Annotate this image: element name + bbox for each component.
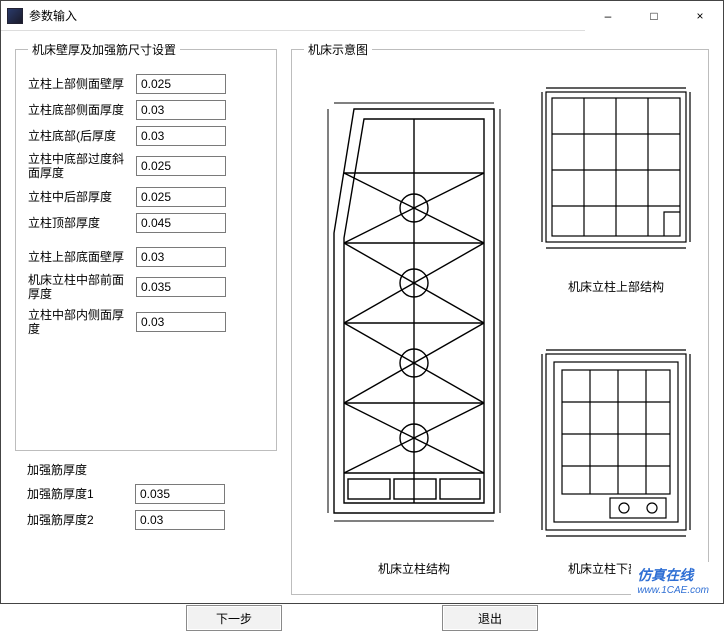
button-row: 下一步 退出 (15, 595, 709, 635)
field-input-4[interactable] (136, 187, 226, 207)
field-label: 立柱中部内侧面厚度 (28, 308, 126, 337)
maximize-button[interactable]: □ (631, 1, 677, 31)
next-button-label: 下一步 (216, 610, 252, 627)
field-input-2[interactable] (136, 126, 226, 146)
close-button[interactable]: × (677, 1, 723, 31)
app-icon (7, 8, 23, 24)
window-title: 参数输入 (29, 7, 77, 24)
thickness-group: 机床壁厚及加强筋尺寸设置 立柱上部侧面壁厚 立柱底部侧面厚度 立柱底部(后厚度 (15, 41, 277, 451)
rib-input-0[interactable] (135, 484, 225, 504)
rib-input-1[interactable] (135, 510, 225, 530)
field-row: 加强筋厚度1 (27, 484, 265, 504)
diagram-lower (536, 334, 696, 554)
columns: 机床壁厚及加强筋尺寸设置 立柱上部侧面壁厚 立柱底部侧面厚度 立柱底部(后厚度 (15, 41, 709, 595)
diagram-area: 机床立柱上部结构 (304, 68, 696, 580)
field-row: 立柱底部侧面厚度 (28, 100, 264, 120)
diagram-upper (536, 72, 696, 272)
left-column: 机床壁厚及加强筋尺寸设置 立柱上部侧面壁厚 立柱底部侧面厚度 立柱底部(后厚度 (15, 41, 277, 595)
field-row: 立柱顶部厚度 (28, 213, 264, 233)
client-area: 机床壁厚及加强筋尺寸设置 立柱上部侧面壁厚 立柱底部侧面厚度 立柱底部(后厚度 (1, 31, 723, 641)
field-label: 立柱顶部厚度 (28, 216, 126, 230)
field-label: 加强筋厚度1 (27, 487, 125, 501)
minimize-icon: – (605, 9, 612, 23)
rib-group-heading: 加强筋厚度 (27, 461, 265, 478)
field-label: 立柱上部侧面壁厚 (28, 77, 126, 91)
app-window: 参数输入 – □ × 机床壁厚及加强筋尺寸设置 立柱上部侧面壁厚 (0, 0, 724, 604)
diagram-upper-caption: 机床立柱上部结构 (536, 278, 696, 328)
field-label: 立柱上部底面壁厚 (28, 250, 126, 264)
diagram-main (304, 72, 524, 554)
field-row: 立柱上部侧面壁厚 (28, 74, 264, 94)
diagram-group-legend: 机床示意图 (304, 41, 372, 58)
field-input-8[interactable] (136, 312, 226, 332)
field-row: 立柱中后部厚度 (28, 187, 264, 207)
exit-button[interactable]: 退出 (442, 605, 538, 631)
machine-column-lower-icon (536, 344, 696, 544)
watermark-brand: 仿真在线 (637, 567, 693, 583)
rib-group: 加强筋厚度 加强筋厚度1 加强筋厚度2 (15, 457, 277, 565)
field-row: 立柱底部(后厚度 (28, 126, 264, 146)
maximize-icon: □ (650, 9, 657, 23)
next-button[interactable]: 下一步 (186, 605, 282, 631)
field-label: 加强筋厚度2 (27, 513, 125, 527)
watermark-url: www.1CAE.com (637, 585, 709, 596)
watermark: 仿真在线 www.1CAE.com (631, 562, 715, 597)
field-input-5[interactable] (136, 213, 226, 233)
close-icon: × (696, 9, 703, 23)
field-label: 立柱中底部过度斜面厚度 (28, 152, 126, 181)
field-label: 机床立柱中部前面厚度 (28, 273, 126, 302)
field-row: 机床立柱中部前面厚度 (28, 273, 264, 302)
field-label: 立柱底部(后厚度 (28, 129, 126, 143)
field-row: 加强筋厚度2 (27, 510, 265, 530)
diagram-group: 机床示意图 (291, 41, 709, 595)
field-input-0[interactable] (136, 74, 226, 94)
diagram-main-caption: 机床立柱结构 (304, 560, 524, 580)
field-label: 立柱中后部厚度 (28, 190, 126, 204)
field-row: 立柱中部内侧面厚度 (28, 308, 264, 337)
field-input-3[interactable] (136, 156, 226, 176)
exit-button-label: 退出 (478, 610, 502, 627)
field-input-7[interactable] (136, 277, 226, 297)
field-label: 立柱底部侧面厚度 (28, 103, 126, 117)
machine-column-upper-icon (536, 82, 696, 262)
right-column: 机床示意图 (291, 41, 709, 595)
field-input-1[interactable] (136, 100, 226, 120)
field-input-6[interactable] (136, 247, 226, 267)
minimize-button[interactable]: – (585, 1, 631, 31)
field-row: 立柱上部底面壁厚 (28, 247, 264, 267)
field-row: 立柱中底部过度斜面厚度 (28, 152, 264, 181)
machine-column-structure-icon (314, 93, 514, 533)
thickness-group-legend: 机床壁厚及加强筋尺寸设置 (28, 41, 180, 58)
titlebar: 参数输入 – □ × (1, 1, 723, 31)
